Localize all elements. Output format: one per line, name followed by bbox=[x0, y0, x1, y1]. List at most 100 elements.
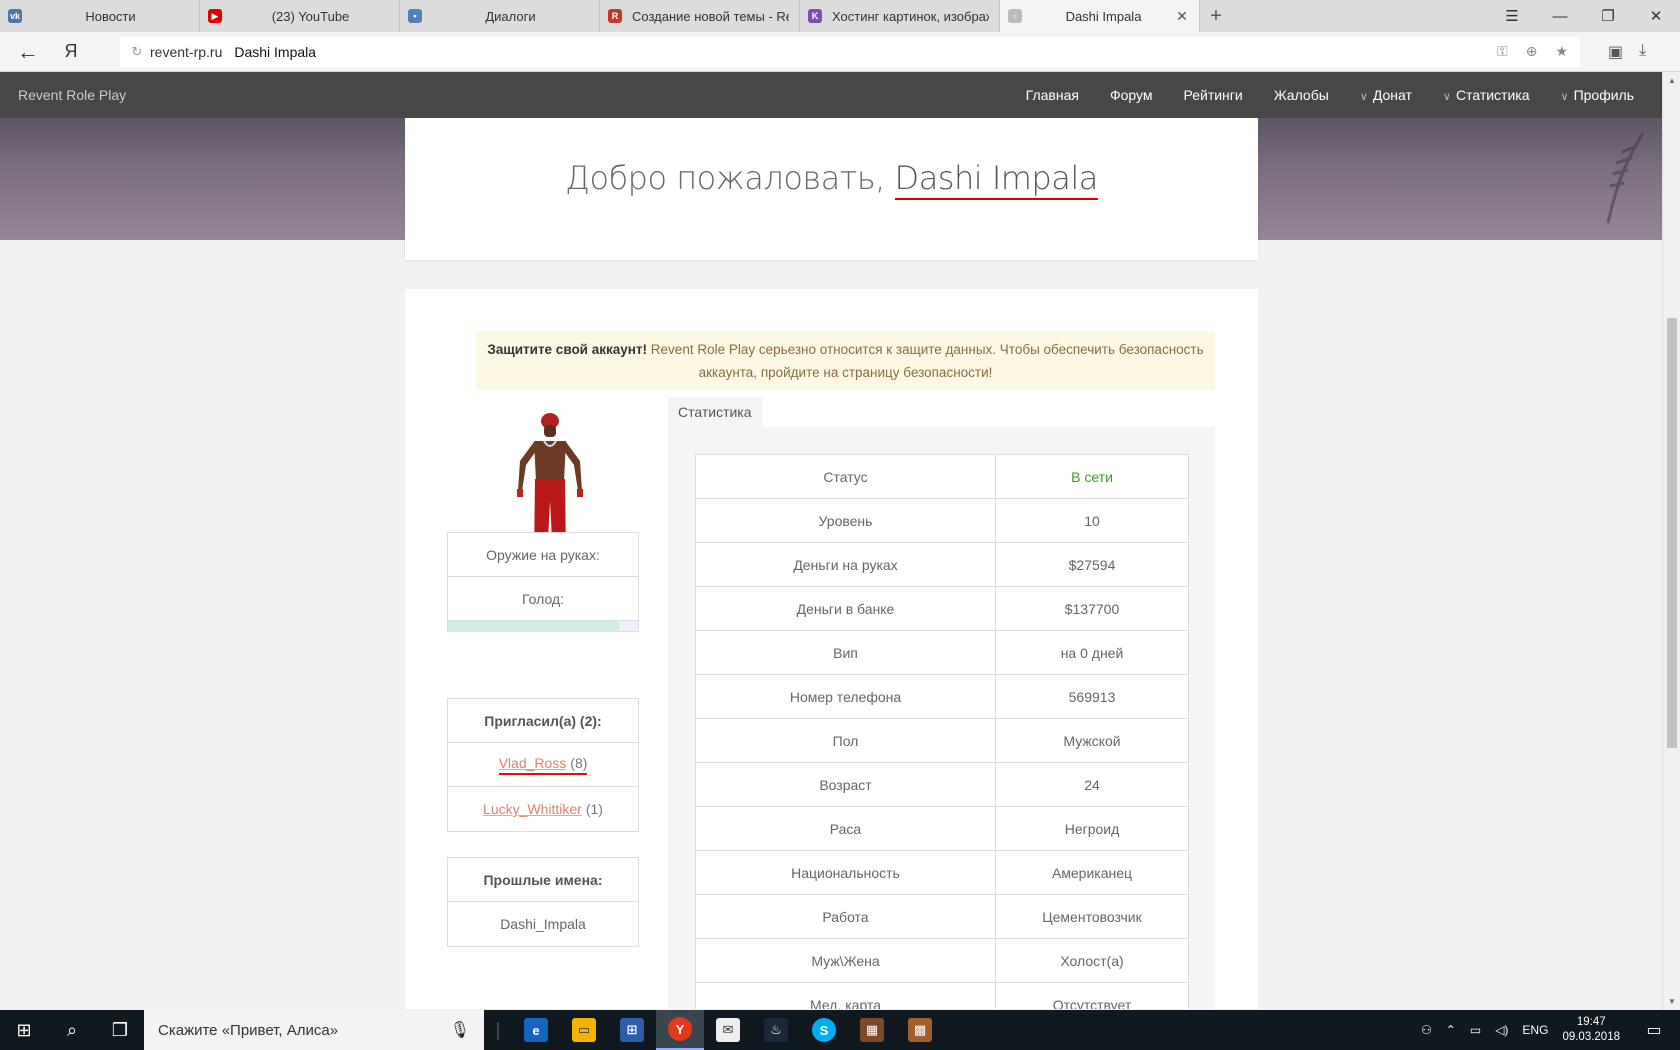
clock[interactable]: 19:47 09.03.2018 bbox=[1562, 1015, 1620, 1045]
extension-icon[interactable]: ▣ bbox=[1608, 42, 1623, 62]
stats-value: Холост(а) bbox=[995, 938, 1189, 983]
stats-table: Статус В сети Уровень 10 Деньги на руках $275… bbox=[695, 454, 1189, 1009]
file-explorer-icon[interactable]: ▭ bbox=[560, 1010, 608, 1050]
task-view-icon[interactable]: ❒ bbox=[96, 1010, 144, 1050]
restore-icon[interactable]: ❐ bbox=[1584, 0, 1632, 32]
back-arrow-icon[interactable]: ← bbox=[0, 39, 56, 65]
invited-user-row: Lucky_Whittiker (1) bbox=[448, 787, 638, 831]
stats-row: Деньги на руках $27594 bbox=[695, 542, 1189, 587]
alice-search-placeholder: Скажите «Привет, Алиса» bbox=[158, 1021, 339, 1039]
nav-item[interactable]: ∨ Донат bbox=[1360, 87, 1412, 103]
browser-tab[interactable]: ▶ (23) YouTube bbox=[200, 0, 400, 32]
stats-row: Работа Цементовозчик bbox=[695, 894, 1189, 939]
stats-label: Деньги на руках bbox=[695, 542, 996, 587]
nav-item[interactable]: ∨ Статистика bbox=[1443, 87, 1530, 103]
stats-label: Уровень bbox=[695, 498, 996, 543]
invited-user-row: Vlad_Ross (8) bbox=[448, 743, 638, 787]
browser-tab[interactable]: ▪ Диалоги bbox=[400, 0, 600, 32]
site-brand-link[interactable]: Revent Role Play bbox=[18, 87, 126, 103]
people-icon[interactable]: ⚇ bbox=[1421, 1023, 1432, 1037]
profile-card: Защитите свой аккаунт! Revent Role Play … bbox=[405, 289, 1258, 1009]
youtube-icon: ▶ bbox=[208, 9, 222, 23]
stats-row: Статус В сети bbox=[695, 454, 1189, 499]
microphone-icon[interactable]: 🎙 bbox=[450, 1020, 470, 1040]
nav-item-label: Статистика bbox=[1455, 87, 1530, 103]
nav-item[interactable]: Форум bbox=[1110, 87, 1153, 103]
browser-tab-title: (23) YouTube bbox=[271, 8, 350, 24]
nav-item-label: Донат bbox=[1372, 87, 1412, 103]
stats-row: Мед. карта Отсутствует bbox=[695, 982, 1189, 1009]
clock-time: 19:47 bbox=[1576, 1016, 1606, 1028]
stats-tabs: Статистика bbox=[668, 397, 762, 427]
browser-tab[interactable]: R Создание новой темы - Rev bbox=[600, 0, 800, 32]
stats-row: Раса Негроид bbox=[695, 806, 1189, 851]
invited-user-count: (8) bbox=[570, 754, 588, 771]
translate-icon[interactable]: ⊕ bbox=[1526, 43, 1538, 60]
close-window-icon[interactable]: ✕ bbox=[1632, 0, 1680, 32]
chevron-down-icon: ∨ bbox=[1560, 91, 1569, 103]
bookmark-star-icon[interactable]: ★ bbox=[1555, 43, 1568, 60]
stats-value: 569913 bbox=[995, 674, 1189, 719]
browser-tab[interactable]: K Хостинг картинок, изображ bbox=[800, 0, 1000, 32]
stats-value: $137700 bbox=[995, 586, 1189, 631]
game-icon[interactable]: ▩ bbox=[896, 1010, 944, 1050]
windows-start-icon[interactable]: ⊞ bbox=[0, 1010, 48, 1050]
stats-value: 24 bbox=[995, 762, 1189, 807]
scrollbar-thumb[interactable] bbox=[1667, 318, 1677, 748]
language-indicator[interactable]: ENG bbox=[1522, 1023, 1548, 1037]
mail-icon[interactable]: ✉ bbox=[704, 1010, 752, 1050]
nav-item[interactable]: ∨ Профиль bbox=[1561, 87, 1635, 103]
scroll-up-icon[interactable]: ▲ bbox=[1663, 76, 1680, 85]
clock-date: 09.03.2018 bbox=[1562, 1031, 1620, 1043]
reload-icon[interactable]: ↻ bbox=[124, 44, 150, 60]
address-input[interactable]: ↻ revent-rp.ru Dashi Impala ⚿ ⊕ ★ bbox=[120, 36, 1580, 67]
alice-search-input[interactable]: Скажите «Привет, Алиса» 🎙 bbox=[144, 1010, 484, 1050]
downloads-icon[interactable]: ⤓ bbox=[1639, 42, 1646, 62]
tab-statistics[interactable]: Статистика bbox=[668, 397, 762, 427]
tray-expand-icon[interactable]: ⌃ bbox=[1446, 1023, 1456, 1037]
steam-icon[interactable]: ♨ bbox=[752, 1010, 800, 1050]
chat-icon: ▪ bbox=[408, 9, 422, 23]
key-icon[interactable]: ⚿ bbox=[1497, 43, 1508, 60]
nav-item[interactable]: Главная bbox=[1026, 87, 1079, 103]
stats-value: Цементовозчик bbox=[995, 894, 1189, 939]
network-icon[interactable]: ▭ bbox=[1470, 1023, 1481, 1037]
store-icon[interactable]: ⊞ bbox=[608, 1010, 656, 1050]
welcome-prefix: Добро пожаловать, bbox=[565, 159, 895, 197]
yandex-logo-icon[interactable]: Я bbox=[56, 41, 86, 62]
volume-icon[interactable]: ◁) bbox=[1495, 1023, 1508, 1037]
browser-tab-title: Dashi Impala bbox=[1065, 8, 1142, 24]
page-scrollbar[interactable]: ▲ ▼ bbox=[1662, 72, 1680, 1010]
weapon-label: Оружие на руках: bbox=[448, 533, 638, 577]
windows-taskbar: ⊞ ⌕ ❒ Скажите «Привет, Алиса» 🎙 | e ▭ ⊞ … bbox=[0, 1010, 1680, 1050]
nav-item[interactable]: Жалобы bbox=[1274, 87, 1329, 103]
browser-tab[interactable]: ▫ Dashi Impala ✕ bbox=[1000, 0, 1200, 32]
minimize-icon[interactable]: — bbox=[1536, 0, 1584, 32]
address-page-title: Dashi Impala bbox=[234, 43, 317, 60]
new-tab-button[interactable]: + bbox=[1200, 0, 1232, 32]
notifications-icon[interactable]: ▭ bbox=[1634, 1020, 1674, 1040]
stats-value: 10 bbox=[995, 498, 1189, 543]
invited-user-link[interactable]: Vlad_Ross bbox=[499, 755, 567, 771]
past-names-title: Прошлые имена: bbox=[448, 858, 638, 902]
nav-item[interactable]: Рейтинги bbox=[1183, 87, 1242, 103]
stats-panel: Статус В сети Уровень 10 Деньги на руках $275… bbox=[668, 427, 1215, 1009]
browser-menu-icon[interactable]: ☰ bbox=[1488, 0, 1536, 32]
scroll-down-icon[interactable]: ▼ bbox=[1663, 997, 1680, 1006]
edge-icon[interactable]: e bbox=[512, 1010, 560, 1050]
search-icon[interactable]: ⌕ bbox=[48, 1010, 96, 1050]
alert-strong: Защитите свой аккаунт! bbox=[487, 342, 648, 357]
stats-label: Раса bbox=[695, 806, 996, 851]
stats-value: на 0 дней bbox=[995, 630, 1189, 675]
yandex-browser-icon[interactable]: Y bbox=[656, 1010, 704, 1050]
browser-tab[interactable]: vk Новости bbox=[0, 0, 200, 32]
stats-label: Вип bbox=[695, 630, 996, 675]
skype-icon[interactable]: S bbox=[800, 1010, 848, 1050]
taskbar-divider: | bbox=[495, 1019, 501, 1040]
past-names-box: Прошлые имена: Dashi_Impala bbox=[447, 857, 639, 947]
vk-icon: vk bbox=[8, 9, 22, 23]
game-launcher-icon[interactable]: ▦ bbox=[848, 1010, 896, 1050]
close-tab-icon[interactable]: ✕ bbox=[1175, 8, 1189, 25]
stats-value: Американец bbox=[995, 850, 1189, 895]
invited-user-link[interactable]: Lucky_Whittiker bbox=[483, 801, 582, 817]
